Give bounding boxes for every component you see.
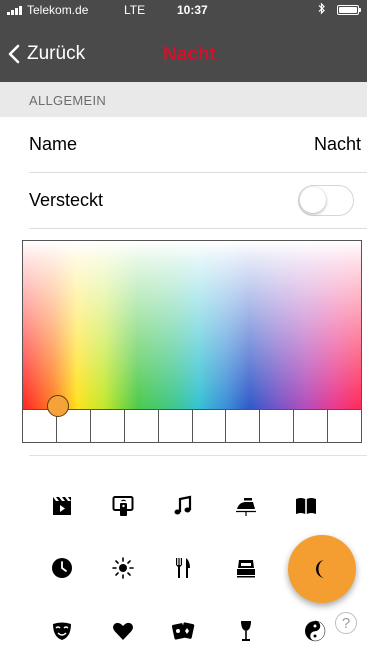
network-type: LTE [124,3,146,17]
book-icon[interactable] [286,486,326,526]
carrier-name: Telekom.de [27,3,89,17]
section-header-label: ALLGEMEIN [29,93,107,108]
toggle-knob [300,187,326,213]
back-label: Zurück [27,43,86,64]
yin-yang-icon[interactable] [295,611,335,651]
name-row[interactable]: Name Nacht [0,117,367,172]
iron-icon[interactable] [226,486,266,526]
music-note-icon[interactable] [163,486,203,526]
mask-icon[interactable] [42,611,82,651]
clock-time: 10:37 [177,3,208,17]
swatch-slot[interactable] [192,410,227,442]
clock-icon[interactable] [42,548,82,588]
moon-icon[interactable] [302,549,342,589]
heart-icon[interactable] [103,611,143,651]
color-swatches [23,409,361,442]
remote-tv-icon[interactable] [103,486,143,526]
hidden-row: Versteckt [0,173,367,228]
swatch-slot[interactable] [124,410,159,442]
battery-icon [337,5,359,15]
hidden-label: Versteckt [29,190,104,210]
wine-glass-icon[interactable] [226,611,266,651]
cards-icon[interactable] [163,611,203,651]
swatch-slot[interactable] [226,410,261,442]
sun-icon[interactable] [103,548,143,588]
navigation-bar: Zurück Nacht [0,21,367,82]
hidden-toggle[interactable] [298,185,354,216]
swatch-slot[interactable] [158,410,193,442]
battery-tip [359,8,361,12]
name-label: Name [29,134,78,154]
fork-knife-icon[interactable] [163,548,203,588]
help-button[interactable]: ? [335,612,357,634]
chevron-left-icon [8,44,20,64]
section-header: ALLGEMEIN [0,82,367,117]
swatch-slot[interactable] [328,410,361,442]
status-bar: Telekom.de LTE 10:37 [0,0,367,21]
name-value[interactable]: Nacht [314,134,361,155]
bed-icon[interactable] [226,548,266,588]
color-spectrum[interactable] [23,241,361,409]
bluetooth-icon [318,2,326,18]
signal-strength-icon [7,6,23,15]
row-divider [29,228,367,229]
color-picker-handle[interactable] [47,395,69,417]
color-palette [22,240,362,443]
page-title: Nacht [163,44,216,65]
swatch-slot[interactable] [294,410,329,442]
back-button[interactable]: Zurück [8,43,85,65]
swatch-slot[interactable] [90,410,125,442]
film-icon[interactable] [42,486,82,526]
swatch-slot[interactable] [260,410,295,442]
row-divider [29,455,367,456]
